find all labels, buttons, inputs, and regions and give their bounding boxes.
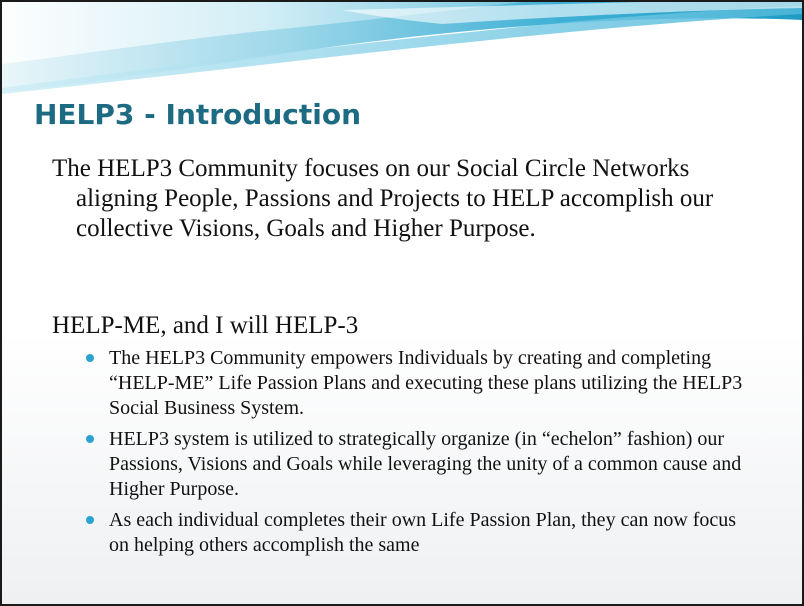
bullet-text: HELP3 system is utilized to strategicall… [109,428,742,500]
bullet-dot-icon [86,354,94,362]
slide-title: HELP3 - Introduction [34,98,362,131]
bullet-text: As each individual completes their own L… [109,509,737,556]
intro-paragraph: The HELP3 Community focuses on our Socia… [52,155,714,242]
bullet-dot-icon [86,435,94,443]
slide: HELP3 - Introduction The HELP3 Community… [0,0,804,606]
bullet-list: The HELP3 Community empowers Individuals… [86,346,746,564]
bullet-item: As each individual completes their own L… [86,508,746,558]
bullet-dot-icon [86,516,94,524]
bullet-item: The HELP3 Community empowers Individuals… [86,346,746,421]
bullet-item: HELP3 system is utilized to strategicall… [86,427,746,502]
bullet-text: The HELP3 Community empowers Individuals… [109,347,743,419]
header-wave-decoration [2,2,802,94]
section-heading: HELP-ME, and I will HELP-3 [52,312,359,339]
